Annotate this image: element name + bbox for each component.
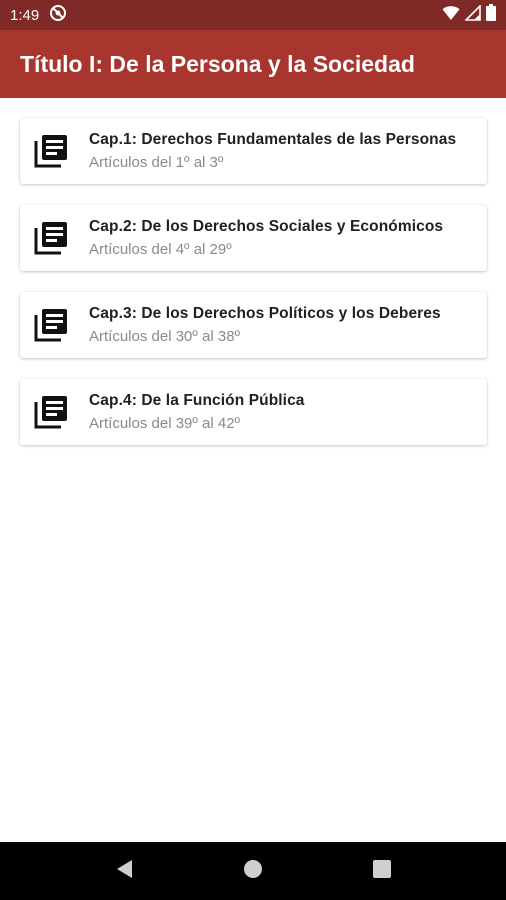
chapter-text: Cap.3: De los Derechos Políticos y los D… <box>89 305 441 345</box>
chapter-subtitle: Artículos del 1º al 3º <box>89 154 224 171</box>
chapter-subtitle: Artículos del 30º al 38º <box>89 328 241 345</box>
status-right <box>442 3 496 26</box>
do-not-disturb-icon <box>49 4 67 27</box>
recents-square-icon <box>372 859 392 884</box>
chapter-title: Cap.2: De los Derechos Sociales y Económ… <box>89 218 444 235</box>
home-circle-icon <box>242 858 264 885</box>
chapter-title: Cap.3: De los Derechos Políticos y los D… <box>89 305 441 322</box>
chapter-card-4[interactable]: Cap.4: De la Función Pública Artículos d… <box>20 379 487 445</box>
chapter-list: Cap.1: Derechos Fundamentales de las Per… <box>0 98 506 842</box>
cell-signal-icon <box>464 3 481 26</box>
chapter-subtitle: Artículos del 4º al 29º <box>89 241 232 258</box>
chapter-card-2[interactable]: Cap.2: De los Derechos Sociales y Económ… <box>20 205 487 271</box>
chapter-title: Cap.4: De la Función Pública <box>89 392 305 409</box>
library-books-icon <box>32 132 70 170</box>
home-button[interactable] <box>233 851 273 891</box>
library-books-icon <box>32 393 70 431</box>
chapter-card-3[interactable]: Cap.3: De los Derechos Políticos y los D… <box>20 292 487 358</box>
battery-icon <box>486 4 496 26</box>
library-books-icon <box>32 219 70 257</box>
chapter-subtitle: Artículos del 39º al 42º <box>89 415 241 432</box>
status-left: 1:49 <box>10 4 67 27</box>
back-triangle-icon <box>114 858 134 885</box>
status-bar: 1:49 <box>0 0 506 30</box>
navigation-bar <box>0 842 506 900</box>
app-bar: Título I: De la Persona y la Sociedad <box>0 30 506 98</box>
chapter-card-1[interactable]: Cap.1: Derechos Fundamentales de las Per… <box>20 118 487 184</box>
wifi-icon <box>442 5 460 26</box>
status-time: 1:49 <box>10 6 40 24</box>
page-title: Título I: De la Persona y la Sociedad <box>20 50 415 77</box>
library-books-icon <box>32 306 70 344</box>
chapter-text: Cap.2: De los Derechos Sociales y Económ… <box>89 218 443 258</box>
chapter-text: Cap.4: De la Función Pública Artículos d… <box>89 392 305 432</box>
back-button[interactable] <box>104 851 144 891</box>
chapter-text: Cap.1: Derechos Fundamentales de las Per… <box>89 131 456 171</box>
recents-button[interactable] <box>362 851 402 891</box>
chapter-title: Cap.1: Derechos Fundamentales de las Per… <box>89 131 457 148</box>
